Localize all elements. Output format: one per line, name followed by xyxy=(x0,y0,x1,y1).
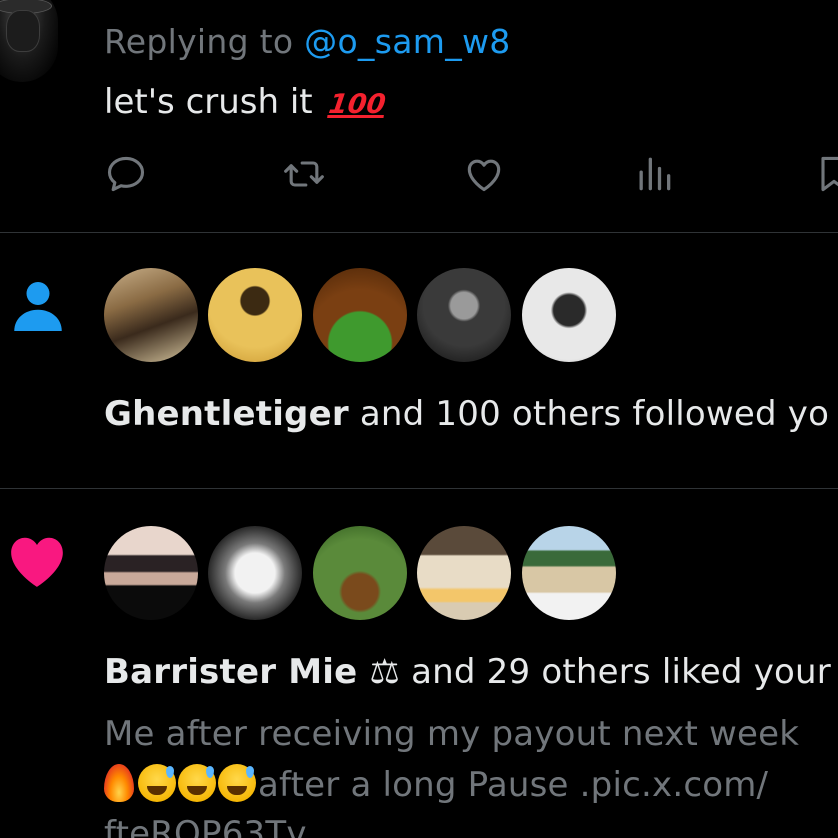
hundred-points-emoji: 100 xyxy=(327,89,389,120)
follow-notification-text[interactable]: Ghentletiger and 100 others followed yo xyxy=(104,394,829,434)
follower-name[interactable]: Ghentletiger xyxy=(104,394,349,434)
preview-line-2-text: after a long Pause .pic.x.com/ xyxy=(258,765,769,805)
follower-avatar-4[interactable] xyxy=(417,268,511,362)
follower-avatar-3[interactable] xyxy=(313,268,407,362)
bookmark-icon xyxy=(821,156,838,192)
liked-tweet-preview-line-3: fteROP63Tv xyxy=(104,814,307,838)
follow-rest-text: and 100 others followed yo xyxy=(348,394,830,434)
replying-prefix: Replying to xyxy=(104,22,305,61)
bookmark-button[interactable] xyxy=(812,152,838,204)
liked-tweet-preview-line-1: Me after receiving my payout next week xyxy=(104,714,800,754)
liker-avatar-4[interactable] xyxy=(417,526,511,620)
views-icon xyxy=(639,157,671,191)
liker-avatar-1[interactable] xyxy=(104,526,198,620)
sweat-smile-emoji-icon xyxy=(178,764,216,802)
notifications-screen: Replying to @o_sam_w8 let's crush it 100 xyxy=(0,0,838,838)
liker-avatar-3[interactable] xyxy=(313,526,407,620)
follower-avatars xyxy=(104,268,644,364)
reply-button[interactable] xyxy=(104,152,152,204)
retweet-button[interactable] xyxy=(282,152,330,204)
fire-emoji-icon xyxy=(104,764,134,802)
follower-avatar-5[interactable] xyxy=(522,268,616,362)
person-icon xyxy=(8,276,68,340)
retweet-icon xyxy=(284,161,324,187)
liker-avatar-5[interactable] xyxy=(522,526,616,620)
heart-icon xyxy=(6,532,68,594)
divider xyxy=(0,488,838,489)
replying-to-line: Replying to @o_sam_w8 xyxy=(104,22,511,61)
sweat-smile-emoji-icon xyxy=(218,764,256,802)
liked-tweet-preview-line-2: 🔥😅😅😅 after a long Pause .pic.x.com/ xyxy=(104,764,768,805)
follower-avatar-2[interactable] xyxy=(208,268,302,362)
like-button[interactable] xyxy=(462,152,510,204)
replying-handle-link[interactable]: @o_sam_w8 xyxy=(304,22,510,61)
like-rest-text: and 29 others liked your xyxy=(400,652,831,692)
divider xyxy=(0,232,838,233)
reply-text: let's crush it 100 xyxy=(104,82,389,122)
liker-avatar-2[interactable] xyxy=(208,526,302,620)
reply-icon xyxy=(107,156,145,192)
follower-avatar-1[interactable] xyxy=(104,268,198,362)
liker-name[interactable]: Barrister Mie ⚖ xyxy=(104,652,400,692)
views-button[interactable] xyxy=(632,152,680,204)
like-notification-text[interactable]: Barrister Mie ⚖ and 29 others liked your xyxy=(104,652,831,692)
reply-author-avatar[interactable] xyxy=(0,0,58,82)
reply-text-content: let's crush it xyxy=(104,82,313,122)
sweat-smile-emoji-icon xyxy=(138,764,176,802)
like-icon xyxy=(467,159,501,192)
liker-avatars xyxy=(104,526,644,622)
tweet-action-bar xyxy=(104,152,838,208)
